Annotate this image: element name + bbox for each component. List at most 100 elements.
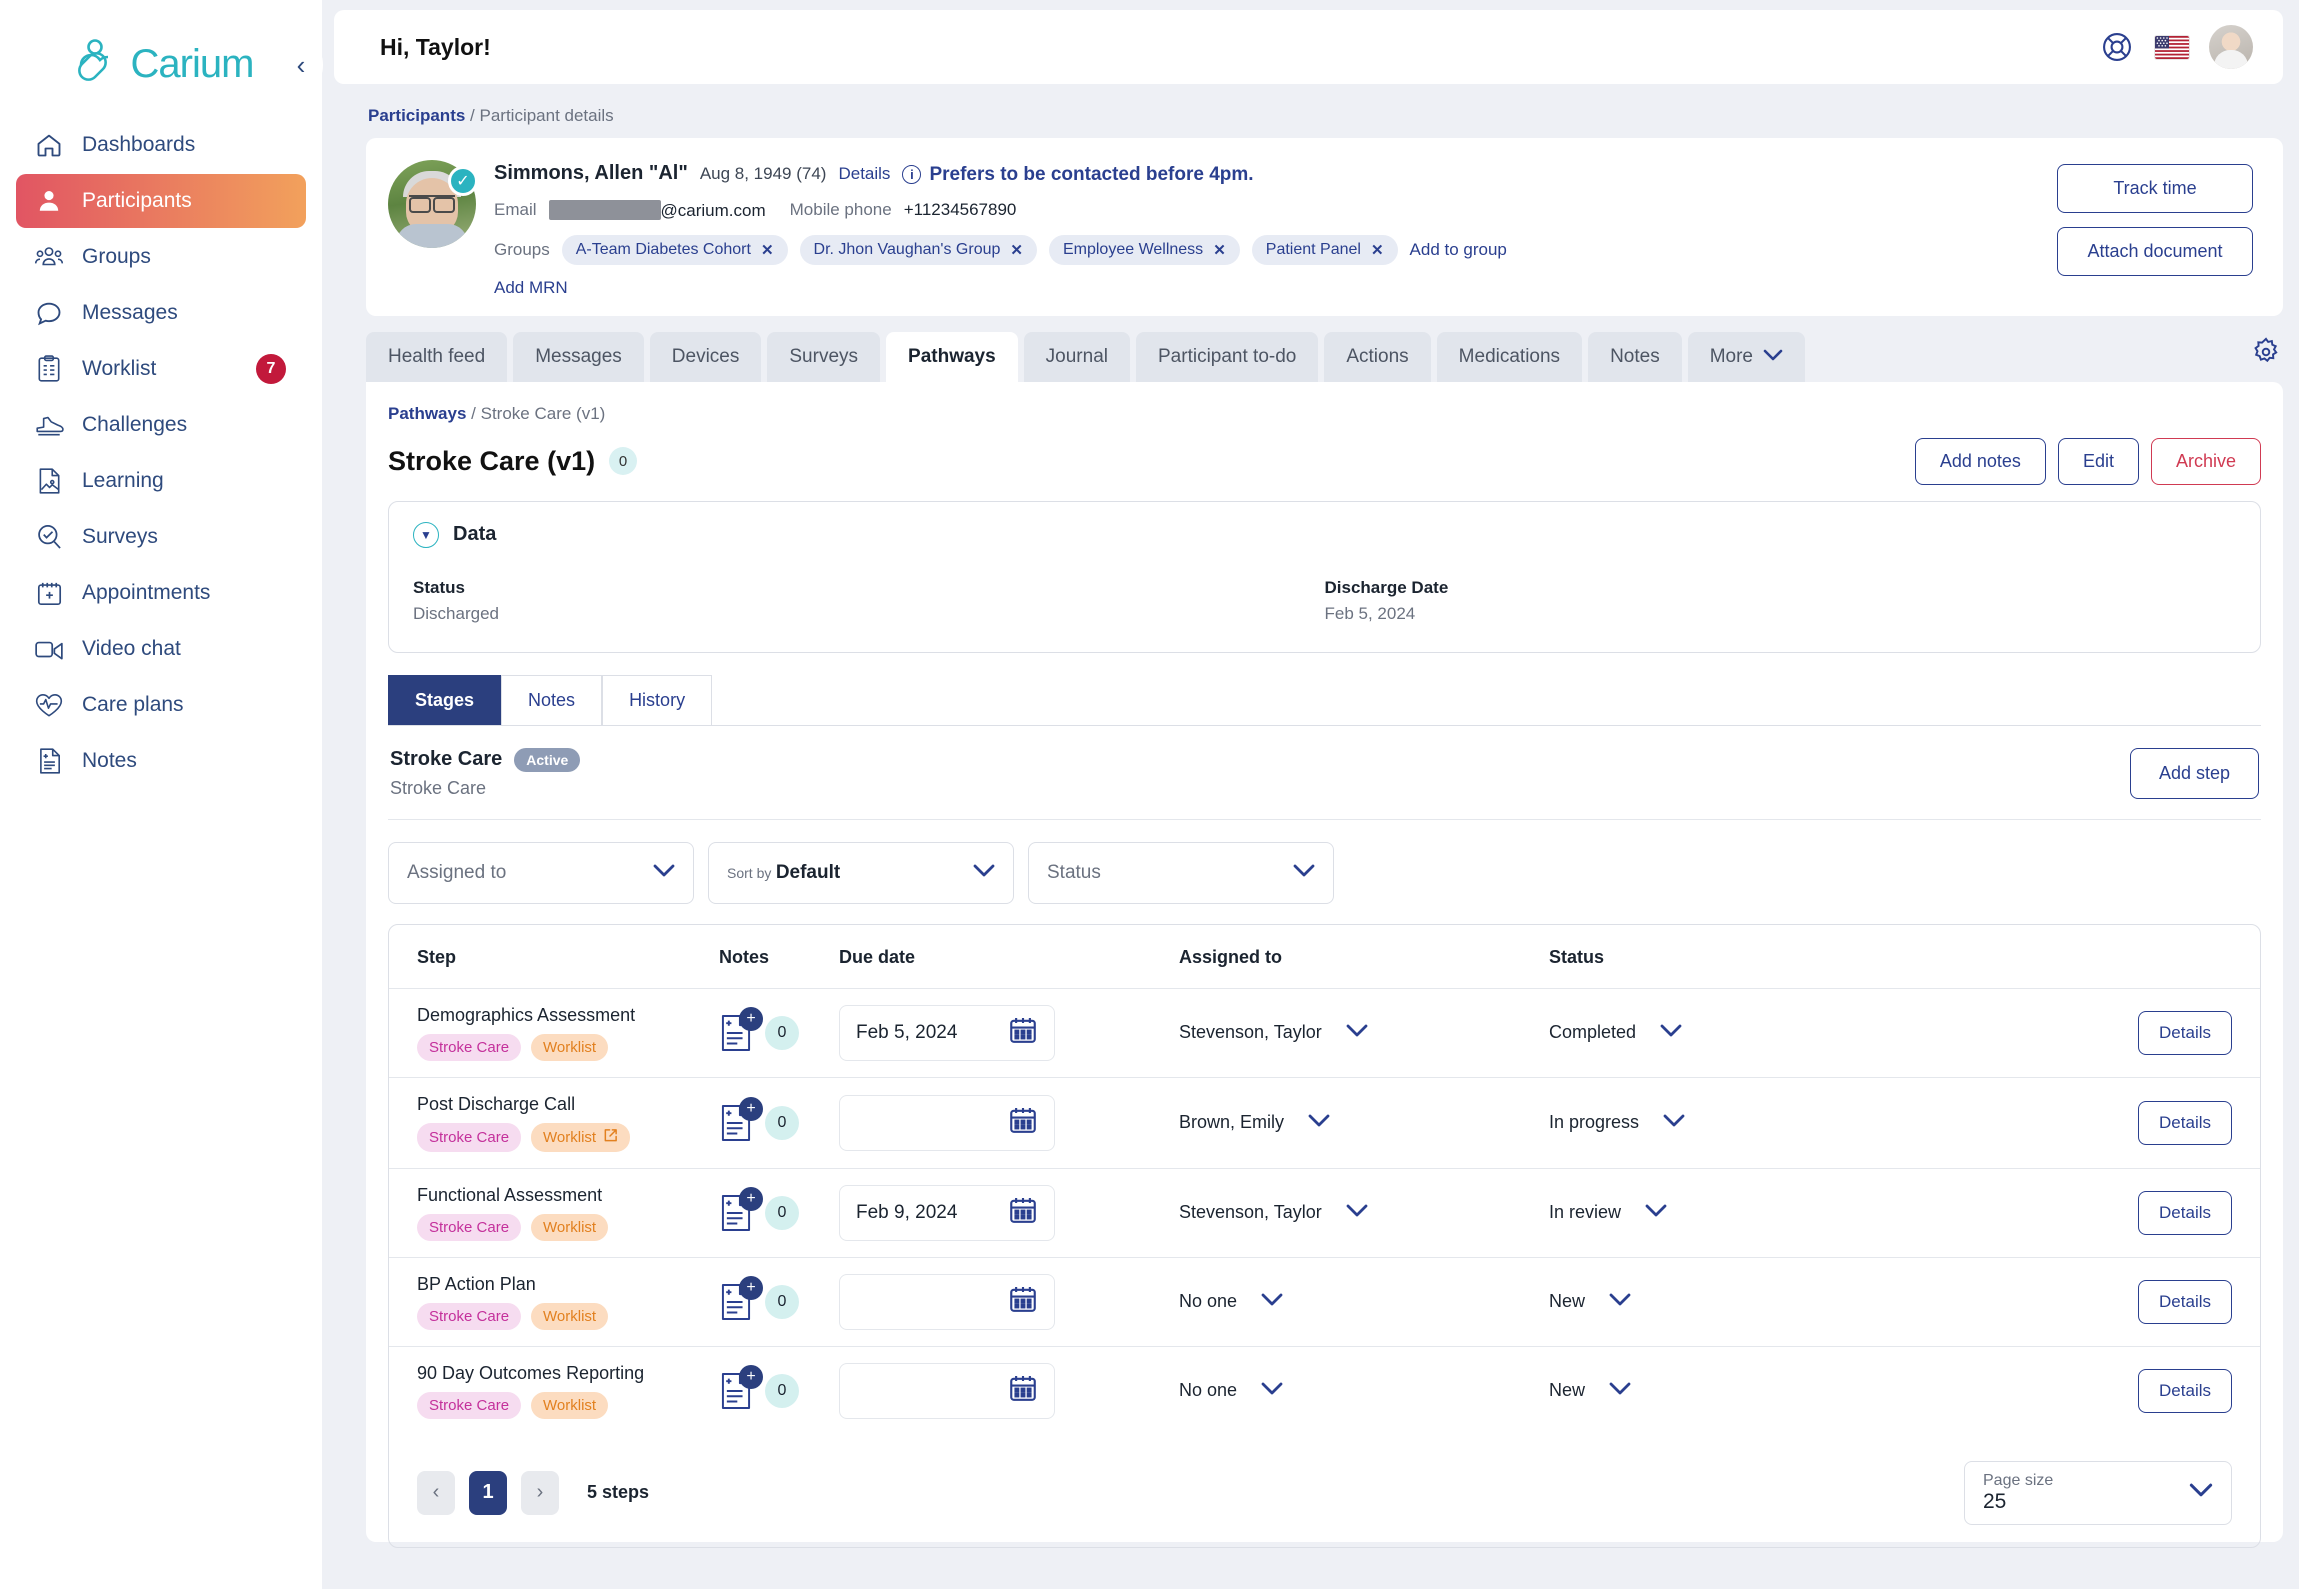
- next-page-button[interactable]: ›: [521, 1470, 559, 1515]
- due-date-input[interactable]: Feb 5, 2024: [839, 1004, 1055, 1061]
- attach-document-button[interactable]: Attach document: [2057, 227, 2253, 276]
- sidebar-item-worklist[interactable]: Worklist 7: [16, 342, 306, 396]
- group-chip[interactable]: A-Team Diabetes Cohort ✕: [561, 234, 788, 265]
- step-tag[interactable]: Worklist: [531, 1213, 609, 1241]
- add-notes-button[interactable]: Add notes: [1914, 437, 2046, 485]
- close-icon[interactable]: ✕: [1371, 241, 1384, 259]
- details-button[interactable]: Details: [2138, 1368, 2232, 1413]
- user-avatar[interactable]: [2209, 25, 2253, 69]
- sidebar-item-participants[interactable]: Participants: [16, 174, 306, 228]
- tab-journal[interactable]: Journal: [1023, 331, 1130, 382]
- tab-participant-to-do[interactable]: Participant to-do: [1136, 331, 1319, 382]
- edit-button[interactable]: Edit: [2057, 437, 2139, 485]
- sidebar-item-notes[interactable]: Notes: [16, 734, 306, 788]
- calendar-icon[interactable]: [1008, 1195, 1038, 1230]
- add-note-icon[interactable]: +: [719, 1364, 763, 1411]
- assigned-to-select[interactable]: No one: [1179, 1380, 1539, 1401]
- add-note-icon[interactable]: +: [719, 1275, 763, 1322]
- sidebar-item-learning[interactable]: Learning: [16, 454, 306, 508]
- status-select[interactable]: In progress: [1549, 1112, 1839, 1133]
- tab-actions[interactable]: Actions: [1324, 331, 1431, 382]
- step-tag[interactable]: Stroke Care: [417, 1302, 522, 1330]
- calendar-icon[interactable]: [1008, 1105, 1038, 1140]
- assigned-to-filter[interactable]: Assigned to: [388, 841, 694, 904]
- step-tag[interactable]: Stroke Care: [417, 1213, 522, 1241]
- lifebuoy-icon[interactable]: [2099, 29, 2135, 65]
- details-button[interactable]: Details: [2138, 1100, 2232, 1145]
- page-size-select[interactable]: Page size 25: [1964, 1460, 2232, 1525]
- due-date-input[interactable]: [839, 1362, 1055, 1419]
- group-chip[interactable]: Dr. Jhon Vaughan's Group ✕: [799, 234, 1037, 265]
- sidebar-item-appointments[interactable]: Appointments: [16, 566, 306, 620]
- sidebar-item-challenges[interactable]: Challenges: [16, 398, 306, 452]
- tab-medications[interactable]: Medications: [1436, 331, 1583, 382]
- pathways-link[interactable]: Pathways: [388, 404, 466, 423]
- data-card-header[interactable]: ▼ Data: [413, 521, 2236, 548]
- step-tag[interactable]: Worklist: [531, 1391, 609, 1419]
- archive-button[interactable]: Archive: [2150, 437, 2261, 485]
- due-date-input[interactable]: [839, 1094, 1055, 1151]
- close-icon[interactable]: ✕: [1213, 241, 1226, 259]
- sidebar-item-video-chat[interactable]: Video chat: [16, 622, 306, 676]
- group-chip[interactable]: Employee Wellness ✕: [1048, 234, 1240, 265]
- external-link-icon[interactable]: [603, 1128, 618, 1147]
- tab-pathways[interactable]: Pathways: [886, 331, 1018, 382]
- tab-devices[interactable]: Devices: [649, 331, 762, 382]
- add-note-icon[interactable]: +: [719, 1186, 763, 1233]
- step-tag[interactable]: Worklist: [531, 1122, 631, 1152]
- tab-notes[interactable]: Notes: [1588, 331, 1682, 382]
- tab-messages[interactable]: Messages: [513, 331, 644, 382]
- step-tag[interactable]: Stroke Care: [417, 1033, 522, 1061]
- assigned-to-select[interactable]: No one: [1179, 1291, 1539, 1312]
- step-tag[interactable]: Worklist: [531, 1033, 609, 1061]
- assigned-to-select[interactable]: Stevenson, Taylor: [1179, 1022, 1539, 1043]
- add-mrn-link[interactable]: Add MRN: [494, 278, 568, 298]
- calendar-icon[interactable]: [1008, 1015, 1038, 1050]
- sidebar-item-dashboards[interactable]: Dashboards: [16, 118, 306, 172]
- status-select[interactable]: New: [1549, 1380, 1839, 1401]
- due-date-input[interactable]: Feb 9, 2024: [839, 1184, 1055, 1241]
- subtab-history[interactable]: History: [602, 674, 713, 725]
- step-tag[interactable]: Stroke Care: [417, 1391, 522, 1419]
- sidebar-item-groups[interactable]: Groups: [16, 230, 306, 284]
- details-button[interactable]: Details: [2138, 1010, 2232, 1055]
- add-note-icon[interactable]: +: [719, 1096, 763, 1143]
- gear-icon[interactable]: [2249, 335, 2283, 374]
- subtab-stages[interactable]: Stages: [388, 674, 502, 725]
- sidebar-item-surveys[interactable]: Surveys: [16, 510, 306, 564]
- status-select[interactable]: In review: [1549, 1202, 1839, 1223]
- group-chip[interactable]: Patient Panel ✕: [1251, 234, 1398, 265]
- track-time-button[interactable]: Track time: [2057, 164, 2253, 213]
- calendar-icon[interactable]: [1008, 1284, 1038, 1319]
- add-note-icon[interactable]: +: [719, 1006, 763, 1053]
- add-to-group-link[interactable]: Add to group: [1410, 240, 1507, 260]
- step-tag[interactable]: Stroke Care: [417, 1122, 522, 1152]
- assigned-to-select[interactable]: Brown, Emily: [1179, 1112, 1539, 1133]
- calendar-icon[interactable]: [1008, 1373, 1038, 1408]
- tab-health-feed[interactable]: Health feed: [366, 331, 508, 382]
- close-icon[interactable]: ✕: [1010, 241, 1023, 259]
- status-filter[interactable]: Status: [1028, 841, 1334, 904]
- add-step-button[interactable]: Add step: [2129, 747, 2259, 799]
- step-tag[interactable]: Worklist: [531, 1302, 609, 1330]
- details-button[interactable]: Details: [2138, 1279, 2232, 1324]
- close-icon[interactable]: ✕: [761, 241, 774, 259]
- tab-surveys[interactable]: Surveys: [767, 331, 881, 382]
- assigned-to-select[interactable]: Stevenson, Taylor: [1179, 1202, 1539, 1223]
- sidebar-item-messages[interactable]: Messages: [16, 286, 306, 340]
- status-select[interactable]: New: [1549, 1291, 1839, 1312]
- participant-details-link[interactable]: Details: [838, 164, 890, 184]
- details-button[interactable]: Details: [2138, 1190, 2232, 1235]
- tab-more[interactable]: More: [1687, 331, 1805, 382]
- status-select[interactable]: Completed: [1549, 1022, 1839, 1043]
- prev-page-button[interactable]: ‹: [417, 1470, 455, 1515]
- page-number-button[interactable]: 1: [469, 1470, 507, 1515]
- app-logo[interactable]: Carium: [0, 24, 322, 118]
- caret-down-icon[interactable]: ▼: [413, 521, 439, 548]
- sidebar-item-care-plans[interactable]: Care plans: [16, 678, 306, 732]
- us-flag-icon[interactable]: [2155, 35, 2189, 59]
- breadcrumb-participants-link[interactable]: Participants: [368, 106, 465, 125]
- subtab-notes[interactable]: Notes: [501, 674, 603, 725]
- due-date-input[interactable]: [839, 1273, 1055, 1330]
- sort-by-filter[interactable]: Sort by Default: [708, 841, 1014, 904]
